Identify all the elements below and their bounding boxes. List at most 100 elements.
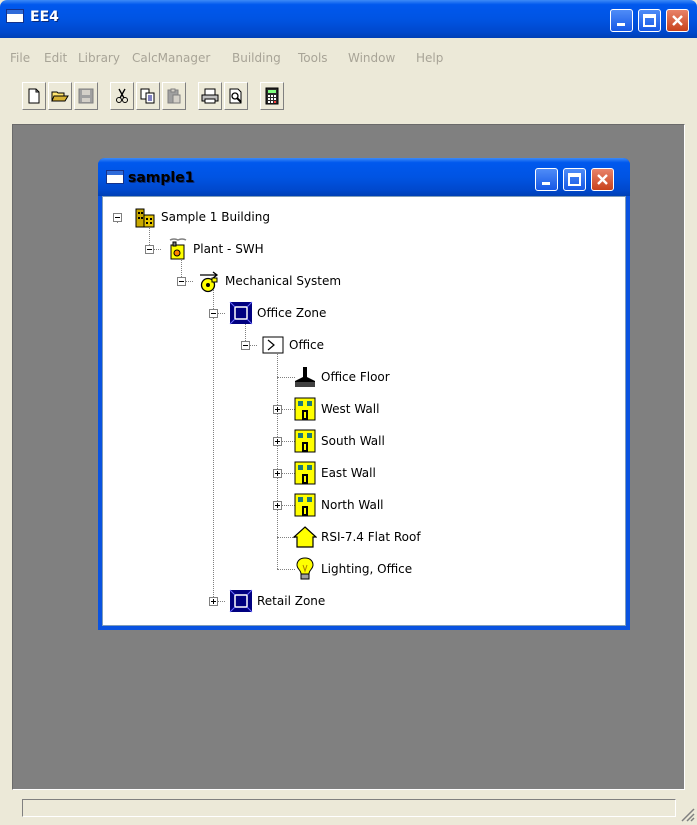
tree-label: Sample 1 Building [161, 210, 270, 224]
tree-toggle-office-zone[interactable] [209, 309, 218, 318]
cut-icon [116, 88, 128, 103]
wall-icon [294, 493, 316, 517]
menu-building[interactable]: Building [232, 51, 281, 65]
copy-icon [140, 88, 155, 104]
maximize-icon [643, 14, 656, 27]
tree-label: Office [289, 338, 325, 352]
minimize-icon [617, 23, 625, 26]
tree-toggle-sample1-building[interactable] [113, 213, 122, 222]
tree-label: Plant - SWH [193, 242, 264, 256]
wall-icon [294, 461, 316, 485]
building-icon [135, 208, 155, 228]
print-preview-button[interactable] [224, 82, 248, 110]
tree-toggle-retail-zone[interactable] [209, 597, 218, 606]
lightbulb-icon [296, 557, 314, 580]
menu-tools[interactable]: Tools [298, 51, 328, 65]
print-icon [201, 88, 219, 104]
menu-window[interactable]: Window [348, 51, 395, 65]
tree-toggle-plant-swh[interactable] [145, 245, 154, 254]
tree-node-office-zone[interactable]: Office Zone [229, 301, 326, 325]
tree-node-plant-swh[interactable]: Plant - SWH [165, 237, 264, 261]
new-icon [28, 88, 40, 104]
child-close-button[interactable] [591, 168, 614, 191]
tree-label: West Wall [321, 402, 380, 416]
app-title-bar[interactable]: EE4 [0, 0, 697, 38]
app-window-icon[interactable] [6, 9, 24, 23]
zone-icon [229, 589, 253, 613]
roof-icon [293, 526, 317, 548]
tree-node-west-wall[interactable]: West Wall [293, 397, 379, 421]
close-icon [672, 15, 683, 26]
tree-node-office-floor[interactable]: Office Floor [293, 365, 390, 389]
tree-toggle-north-wall[interactable] [273, 501, 282, 510]
minimize-icon [542, 182, 550, 185]
tree-node-sample1-building[interactable]: Sample 1 Building [133, 205, 270, 229]
child-title-bar[interactable]: sample1 [98, 158, 630, 196]
fan-icon [200, 271, 219, 293]
tree-label: North Wall [321, 498, 384, 512]
close-icon [597, 174, 608, 185]
tree-label: Office Zone [257, 306, 327, 320]
tree-node-retail-zone[interactable]: Retail Zone [229, 589, 325, 613]
zone-icon [229, 301, 253, 325]
child-window-sample1[interactable]: sample1 Sample 1 Building Plant - SWH Me… [98, 158, 630, 630]
wall-icon [294, 397, 316, 421]
child-title: sample1 [128, 170, 195, 186]
paste-button[interactable] [162, 82, 186, 110]
new-button[interactable] [22, 82, 46, 110]
tree-label: Office Floor [321, 370, 390, 384]
save-icon [78, 88, 94, 104]
tree-node-north-wall[interactable]: North Wall [293, 493, 384, 517]
child-maximize-button[interactable] [563, 168, 586, 191]
status-bar [0, 795, 697, 825]
building-tree-view[interactable]: Sample 1 Building Plant - SWH Mechanical… [102, 196, 626, 626]
paste-icon [167, 88, 181, 104]
tree-label: East Wall [321, 466, 376, 480]
menu-file[interactable]: File [10, 51, 30, 65]
space-icon [262, 336, 284, 354]
menu-library[interactable]: Library [78, 51, 120, 65]
tree-toggle-east-wall[interactable] [273, 469, 282, 478]
copy-button[interactable] [136, 82, 160, 110]
minimize-button[interactable] [610, 9, 633, 32]
menu-help[interactable]: Help [416, 51, 443, 65]
open-button[interactable] [48, 82, 72, 110]
calculator-button[interactable] [260, 82, 284, 110]
maximize-icon [568, 173, 581, 186]
child-minimize-button[interactable] [535, 168, 558, 191]
app-title: EE4 [30, 9, 59, 25]
tree-toggle-west-wall[interactable] [273, 405, 282, 414]
menu-edit[interactable]: Edit [44, 51, 67, 65]
tree-label: Retail Zone [257, 594, 326, 608]
wall-icon [294, 429, 316, 453]
print-preview-icon [229, 88, 242, 104]
tree-node-east-wall[interactable]: East Wall [293, 461, 376, 485]
tree-label: RSI-7.4 Flat Roof [321, 530, 421, 544]
cut-button[interactable] [110, 82, 134, 110]
calculator-icon [265, 87, 279, 105]
save-button[interactable] [74, 82, 98, 110]
tree-label: South Wall [321, 434, 385, 448]
tree-label: Lighting, Office [321, 562, 413, 576]
plant-icon [169, 238, 187, 260]
tree-node-mechanical-system[interactable]: Mechanical System [197, 269, 341, 293]
resize-grip-icon[interactable] [679, 806, 695, 822]
menu-bar: File Edit Library CalcManager Building T… [0, 44, 697, 74]
maximize-button[interactable] [638, 9, 661, 32]
tree-toggle-office[interactable] [241, 341, 250, 350]
toolbar [12, 82, 352, 116]
child-window-icon[interactable] [106, 170, 124, 184]
print-button[interactable] [198, 82, 222, 110]
close-button[interactable] [666, 9, 689, 32]
floor-icon [295, 367, 315, 387]
menu-calcmanager[interactable]: CalcManager [132, 51, 210, 65]
tree-toggle-mechanical-system[interactable] [177, 277, 186, 286]
status-pane [22, 799, 676, 817]
tree-node-lighting-office[interactable]: Lighting, Office [293, 557, 412, 581]
tree-label: Mechanical System [225, 274, 342, 288]
tree-toggle-south-wall[interactable] [273, 437, 282, 446]
tree-node-south-wall[interactable]: South Wall [293, 429, 385, 453]
tree-node-flat-roof[interactable]: RSI-7.4 Flat Roof [293, 525, 421, 549]
tree-node-office[interactable]: Office [261, 333, 324, 357]
open-icon [51, 91, 69, 102]
